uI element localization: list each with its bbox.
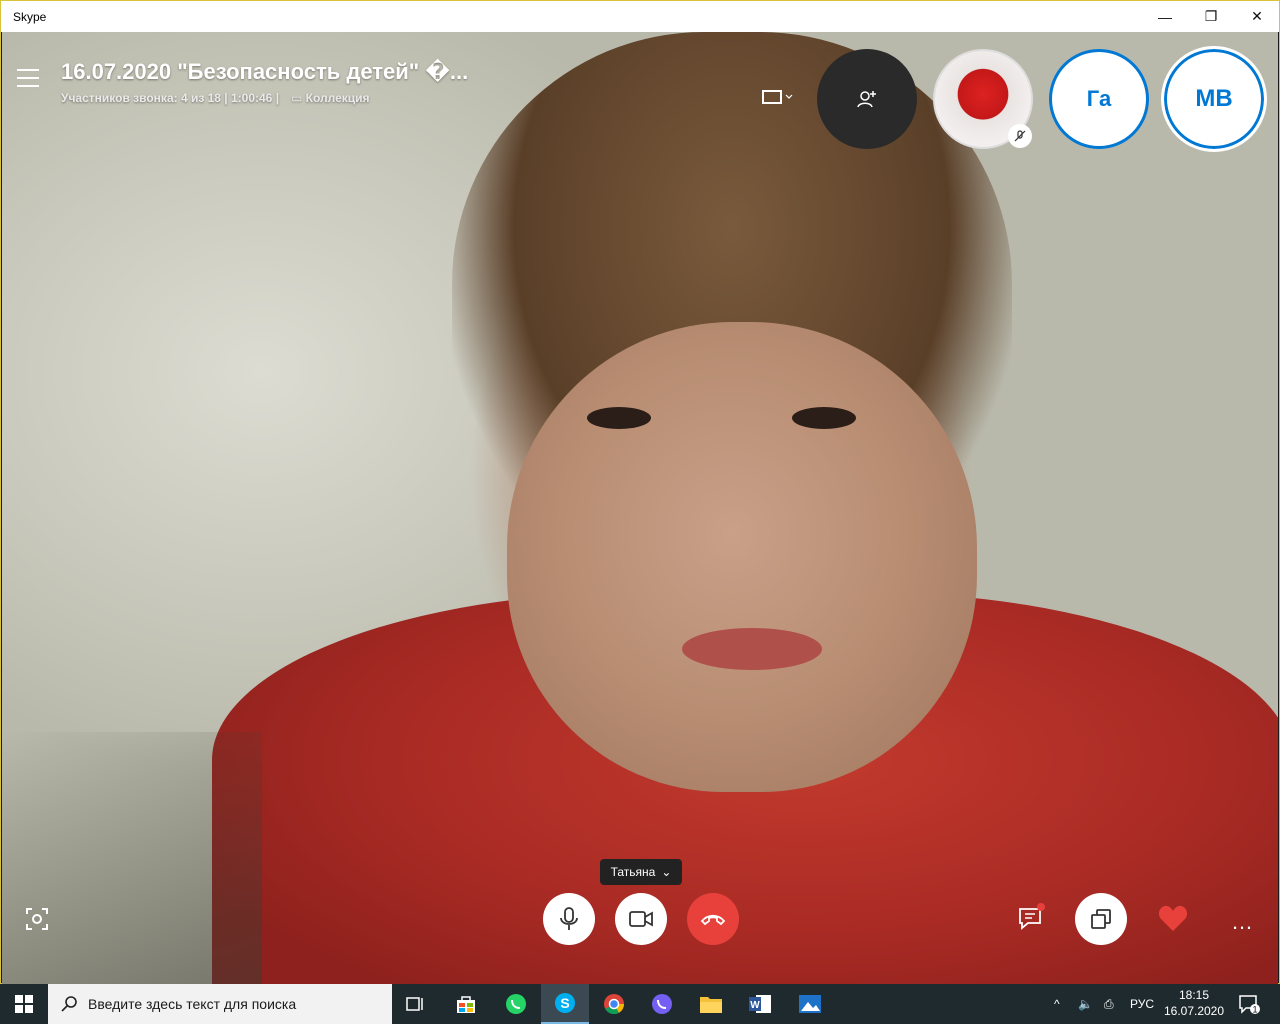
chevron-down-icon: ⌄ <box>661 865 672 879</box>
video-face <box>507 322 977 792</box>
skype-taskbar-icon[interactable]: S <box>541 984 589 1024</box>
muted-mic-icon <box>1008 124 1032 148</box>
notification-count: 1 <box>1252 1005 1257 1015</box>
windows-taskbar: Введите здесь текст для поиска S W ^ 🔈 ⎙… <box>0 984 1280 1024</box>
file-explorer-icon[interactable] <box>687 984 735 1024</box>
add-person-icon <box>857 91 876 108</box>
action-center-icon[interactable]: 1 <box>1238 984 1260 1024</box>
call-participants-info: Участников звонка: 4 из 18 | 1:00:46 | <box>61 91 280 105</box>
clock[interactable]: 18:15 16.07.2020 <box>1162 987 1226 1019</box>
taskbar-search-box[interactable]: Введите здесь текст для поиска <box>48 984 392 1024</box>
microphone-button[interactable] <box>543 893 595 945</box>
svg-text:S: S <box>560 995 569 1011</box>
clock-date: 16.07.2020 <box>1163 1004 1225 1018</box>
chat-notification-dot <box>1037 903 1045 911</box>
network-icon[interactable]: ⎙ <box>1104 984 1114 1024</box>
windows-logo-icon <box>15 995 33 1013</box>
video-eye-right <box>792 407 856 429</box>
window-title: Skype <box>13 10 47 24</box>
search-placeholder: Введите здесь текст для поиска <box>88 996 297 1012</box>
language-indicator[interactable]: РУС <box>1130 984 1154 1024</box>
video-camera-icon <box>629 911 653 927</box>
share-screen-icon <box>1091 909 1111 929</box>
video-eye-left <box>587 407 651 429</box>
title-bar: Skype — ❐ ✕ <box>1 1 1279 32</box>
viber-icon[interactable] <box>638 984 686 1024</box>
video-shadow <box>2 732 262 984</box>
microphone-icon <box>560 907 578 930</box>
show-hidden-icons-button[interactable]: ^ <box>1054 984 1060 1024</box>
call-title: 16.07.2020 "Безопасность детей" �... <box>61 59 469 84</box>
more-options-icon[interactable]: … <box>1231 909 1259 934</box>
volume-icon[interactable]: 🔈 <box>1078 984 1093 1024</box>
video-lips <box>682 628 822 670</box>
whatsapp-icon[interactable] <box>492 984 540 1024</box>
snapshot-icon[interactable] <box>25 907 49 931</box>
maximize-button[interactable]: ❐ <box>1188 1 1234 32</box>
close-button[interactable]: ✕ <box>1234 1 1280 32</box>
svg-text:W: W <box>750 1000 760 1011</box>
start-button[interactable] <box>0 984 48 1024</box>
skype-window: Skype — ❐ ✕ 16.07.2020 "Безопасность дет… <box>0 0 1280 984</box>
participant-avatar-mv[interactable]: MB <box>1161 46 1267 152</box>
minimize-button[interactable]: — <box>1142 1 1188 32</box>
speaker-name: Татьяна <box>610 865 656 879</box>
add-participant-button[interactable] <box>817 49 917 149</box>
collection-link[interactable]: ▭ Коллекция <box>291 91 370 105</box>
layout-toggle-button[interactable] <box>759 87 795 111</box>
video-feed <box>2 32 1278 984</box>
heart-icon[interactable] <box>1157 903 1189 933</box>
share-screen-button[interactable] <box>1075 893 1127 945</box>
search-icon <box>61 996 77 1012</box>
task-view-icon[interactable] <box>392 984 440 1024</box>
participant-avatar-ga[interactable]: Га <box>1049 49 1149 149</box>
camera-button[interactable] <box>615 893 667 945</box>
word-icon[interactable]: W <box>736 984 784 1024</box>
hamburger-menu-icon[interactable] <box>17 69 41 89</box>
collection-label: Коллекция <box>305 91 370 105</box>
photos-icon[interactable] <box>786 984 834 1024</box>
clock-time: 18:15 <box>1178 988 1210 1002</box>
hang-up-icon <box>700 914 726 926</box>
gallery-icon: ▭ <box>291 91 306 105</box>
chrome-icon[interactable] <box>590 984 638 1024</box>
store-icon[interactable] <box>442 984 490 1024</box>
speaker-selector[interactable]: Татьяна ⌄ <box>600 859 682 885</box>
end-call-button[interactable] <box>687 893 739 945</box>
fullscreen-frame-icon <box>762 90 793 104</box>
